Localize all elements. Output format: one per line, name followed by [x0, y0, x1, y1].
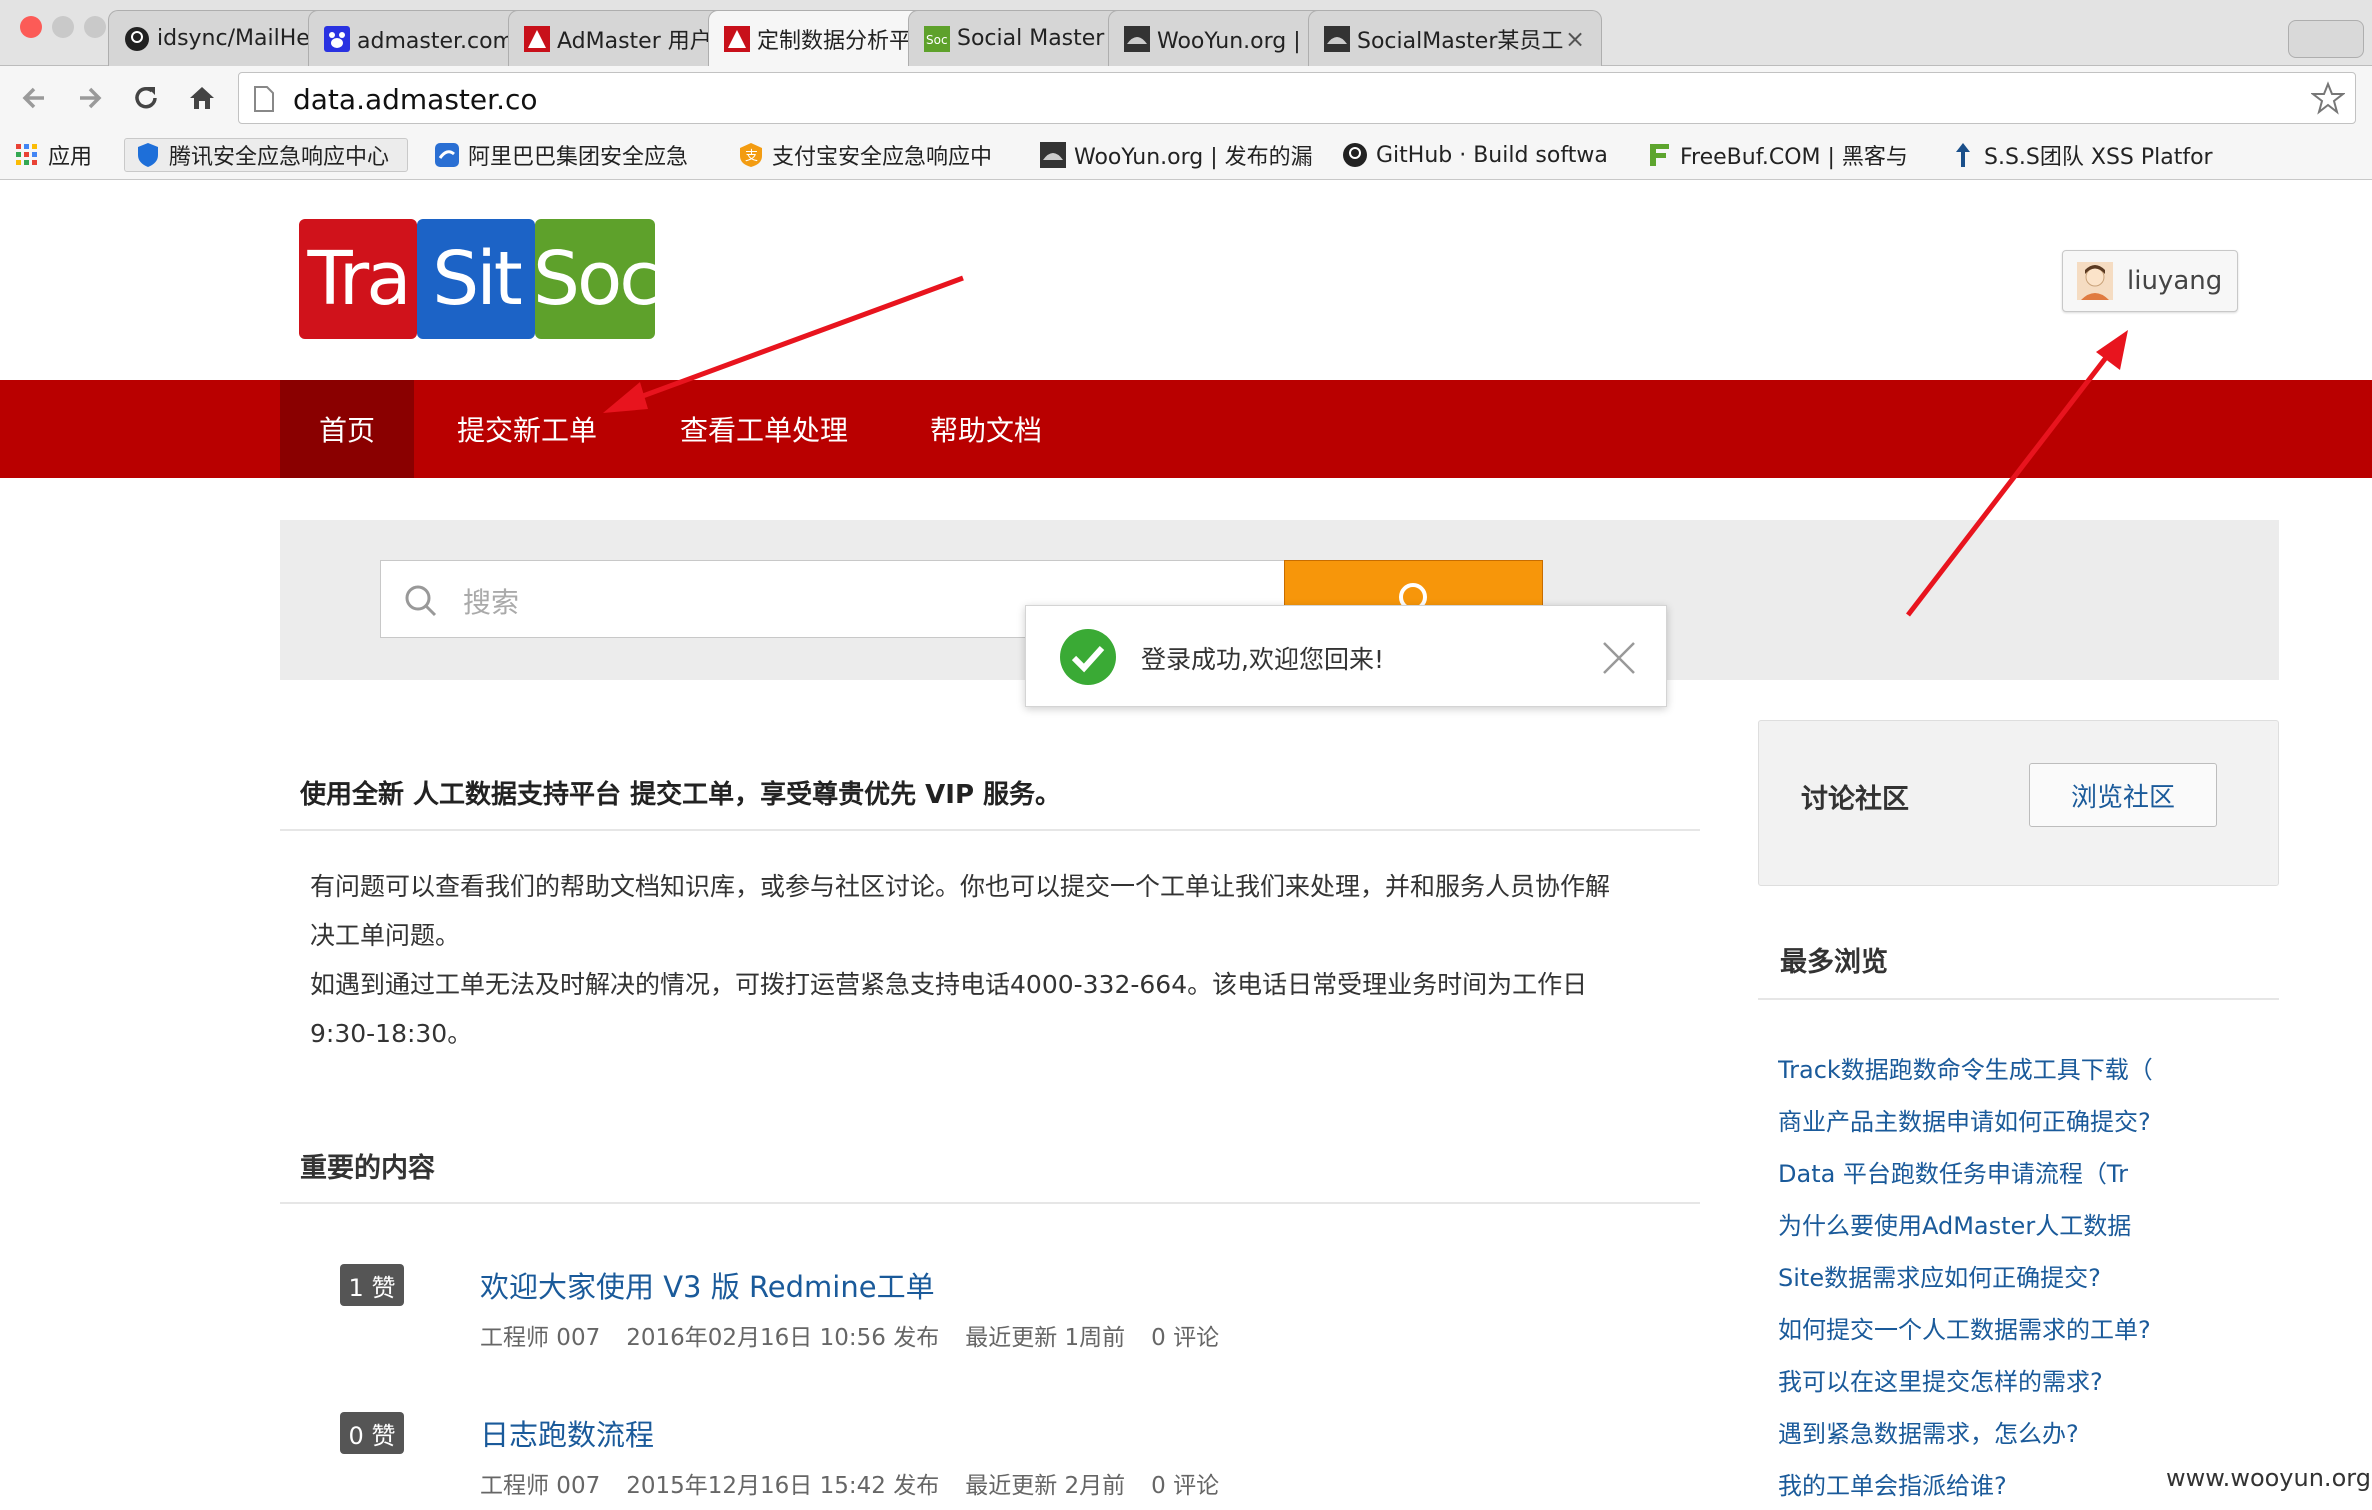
logo-part: Sit	[417, 219, 535, 339]
browser-tab[interactable]: SocialMaster某员工 ×	[1308, 10, 1602, 66]
zoom-window-icon[interactable]	[84, 16, 106, 38]
back-arrow-icon[interactable]	[14, 78, 54, 118]
article-comments[interactable]: 0 评论	[1151, 1325, 1219, 1351]
svg-text:支: 支	[745, 149, 758, 164]
bookmark-item[interactable]: GitHub · Build softwa	[1342, 138, 1618, 172]
logo-part: Soc	[533, 219, 660, 339]
article-author: 工程师 007	[480, 1325, 601, 1351]
forward-arrow-icon[interactable]	[70, 78, 110, 118]
close-window-icon[interactable]	[20, 16, 42, 38]
success-check-icon	[1059, 628, 1117, 686]
most-viewed-link[interactable]: Site数据需求应如何正确提交?	[1778, 1258, 2278, 1293]
new-tab-button[interactable]	[2288, 20, 2364, 58]
divider	[280, 1202, 1700, 1204]
logo-part: Tra	[299, 219, 417, 339]
most-viewed-link[interactable]: 遇到紧急数据需求，怎么办?	[1778, 1414, 2278, 1449]
most-viewed-link[interactable]: 如何提交一个人工数据需求的工单?	[1778, 1310, 2278, 1345]
bookmark-item[interactable]: 阿里巴巴集团安全应急	[434, 138, 716, 172]
article-published: 2016年02月16日 10:56 发布	[626, 1325, 940, 1351]
reload-icon[interactable]	[126, 78, 166, 118]
search-icon	[403, 583, 439, 619]
address-bar[interactable]: data.admaster.co	[238, 72, 2356, 124]
login-success-toast: 登录成功,欢迎您回来!	[1025, 605, 1667, 707]
pin-icon	[1950, 142, 1976, 168]
article-updated: 最近更新 1周前	[965, 1325, 1126, 1351]
site-logo[interactable]: Tra Sit Soc	[299, 219, 660, 339]
search-placeholder: 搜索	[463, 586, 520, 619]
important-section-title: 重要的内容	[300, 1153, 435, 1184]
most-viewed-link[interactable]: Data 平台跑数任务申请流程（Tr	[1778, 1154, 2278, 1189]
intro-line: 有问题可以查看我们的帮助文档知识库，或参与社区讨论。你也可以提交一个工单让我们来…	[310, 872, 1611, 901]
article-meta: 工程师 007 2015年12月16日 15:42 发布 最近更新 2月前 0 评论	[480, 1466, 1245, 1500]
freebuf-icon	[1646, 142, 1672, 168]
article-published: 2015年12月16日 15:42 发布	[626, 1473, 940, 1499]
svg-text:Soc: Soc	[926, 33, 948, 47]
main-navigation: 首页 提交新工单 查看工单处理 帮助文档	[0, 380, 2372, 478]
nav-submit-ticket[interactable]: 提交新工单	[432, 380, 622, 478]
bookmark-star-icon[interactable]	[2311, 81, 2345, 115]
intro-line: 如遇到通过工单无法及时解决的情况，可拨打运营紧急支持电话4000-332-664…	[310, 970, 1588, 999]
most-viewed-link[interactable]: 我可以在这里提交怎样的需求?	[1778, 1362, 2278, 1397]
bookmark-item[interactable]: S.S.S团队 XSS Platfor	[1950, 138, 2226, 172]
article-comments[interactable]: 0 评论	[1151, 1473, 1219, 1499]
vote-badge: 1 赞	[340, 1264, 404, 1306]
wooyun-icon	[1323, 25, 1351, 53]
user-avatar-icon	[2077, 262, 2113, 300]
article-title-link[interactable]: 日志跑数流程	[480, 1412, 654, 1454]
intro-title: 使用全新 人工数据支持平台 提交工单，享受尊贵优先 VIP 服务。	[300, 780, 1062, 810]
browser-tab-strip: idsync/MailHelper × admaster.com.cn_百 × …	[0, 0, 2372, 66]
admaster-icon	[523, 25, 551, 53]
vote-badge: 0 赞	[340, 1412, 404, 1454]
most-viewed-link[interactable]: 为什么要使用AdMaster人工数据	[1778, 1206, 2278, 1241]
community-label: 讨论社区	[1801, 784, 1909, 815]
soc-icon: Soc	[923, 25, 951, 53]
page-icon	[253, 85, 275, 113]
watermark: www.wooyun.org	[2166, 1464, 2371, 1492]
article-title-link[interactable]: 欢迎大家使用 V3 版 Redmine工单	[480, 1264, 935, 1306]
bookmark-item[interactable]: 支 支付宝安全应急响应中	[738, 138, 1010, 172]
intro-line: 9:30-18:30。	[310, 1019, 473, 1048]
divider	[1758, 998, 2279, 1000]
most-viewed-link[interactable]: Track数据跑数命令生成工具下载（	[1778, 1050, 2278, 1085]
browse-community-button[interactable]: 浏览社区	[2029, 763, 2217, 827]
admaster-icon	[723, 25, 751, 53]
url-text[interactable]: data.admaster.co	[293, 83, 538, 116]
article-meta: 工程师 007 2016年02月16日 10:56 发布 最近更新 1周前 0 评论	[480, 1318, 1245, 1352]
wooyun-icon	[1123, 25, 1151, 53]
divider	[280, 829, 1700, 831]
bookmark-item[interactable]: 腾讯安全应急响应中心	[124, 138, 408, 172]
user-menu-button[interactable]: liuyang	[2062, 250, 2238, 312]
most-viewed-link[interactable]: 商业产品主数据申请如何正确提交?	[1778, 1102, 2278, 1137]
wooyun-icon	[1040, 142, 1066, 168]
close-icon[interactable]	[1601, 640, 1637, 676]
article-author: 工程师 007	[480, 1473, 601, 1499]
toast-message: 登录成功,欢迎您回来!	[1141, 645, 1384, 674]
article-updated: 最近更新 2月前	[965, 1473, 1126, 1499]
username: liuyang	[2127, 266, 2223, 296]
close-tab-icon[interactable]: ×	[1563, 25, 1587, 53]
minimize-window-icon[interactable]	[52, 16, 74, 38]
baidu-paw-icon	[323, 25, 351, 53]
alipay-icon: 支	[738, 142, 764, 168]
github-icon	[123, 25, 151, 53]
bookmark-item[interactable]: WooYun.org | 发布的漏	[1040, 138, 1318, 172]
bookmark-item[interactable]: FreeBuf.COM | 黑客与	[1646, 138, 1916, 172]
home-icon[interactable]	[182, 78, 222, 118]
community-box: 讨论社区 浏览社区	[1758, 720, 2279, 886]
most-viewed-title: 最多浏览	[1780, 947, 1888, 978]
intro-line: 决工单问题。	[310, 921, 461, 950]
bookmarks-bar: 应用 腾讯安全应急响应中心 阿里巴巴集团安全应急 支 支付宝安全应急响应中 Wo…	[0, 130, 2372, 180]
bookmark-item[interactable]: 应用	[14, 138, 124, 172]
nav-view-tickets[interactable]: 查看工单处理	[662, 380, 866, 478]
tencent-shield-icon	[135, 142, 161, 168]
github-icon	[1342, 142, 1368, 168]
nav-help-docs[interactable]: 帮助文档	[900, 380, 1072, 478]
alibaba-icon	[434, 142, 460, 168]
nav-home[interactable]: 首页	[280, 380, 414, 478]
apps-grid-icon	[14, 142, 40, 168]
